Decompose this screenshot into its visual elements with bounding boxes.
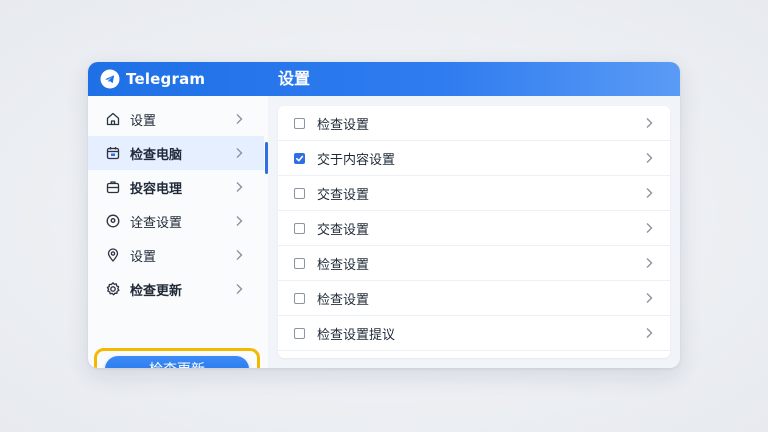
sidebar-item-label: 检查更新: [130, 283, 183, 299]
checkbox[interactable]: [294, 292, 305, 304]
sidebar-item-label: 检查电脑: [130, 147, 183, 163]
sidebar-item-label: 设置: [130, 113, 157, 129]
chevron-right-icon: [232, 249, 246, 261]
list-item[interactable]: 检查设置提议: [278, 316, 670, 351]
sidebar-item-settings-2[interactable]: 设置: [88, 238, 264, 272]
chevron-right-icon: [232, 113, 246, 125]
chevron-right-icon: [642, 257, 656, 269]
chevron-right-icon: [642, 187, 656, 199]
chevron-right-icon: [642, 327, 656, 339]
chevron-right-icon: [642, 222, 656, 234]
list-item[interactable]: 检查设置: [278, 246, 670, 281]
highlight-outline: 检查更新: [94, 348, 260, 368]
page-title: 设置: [278, 69, 311, 88]
chevron-right-icon: [232, 215, 246, 227]
settings-list: 检查设置 交于内容设置 交查设置 交查设置 检查设置 检查设置 检查设置提议: [278, 106, 670, 358]
sidebar-item-label: 设置: [130, 249, 157, 265]
calendar-icon: [104, 144, 122, 162]
checkmark-icon: [295, 155, 304, 161]
sidebar-item-check-computer[interactable]: 检查电脑: [88, 136, 264, 170]
list-item[interactable]: 检查设置: [278, 281, 670, 316]
checkbox[interactable]: [294, 222, 305, 234]
list-item-label: 检查设置: [317, 257, 370, 273]
telegram-logo-icon: [100, 69, 120, 89]
sidebar-item-check-updates[interactable]: 检查更新: [88, 272, 264, 306]
app-name: Telegram: [126, 70, 206, 88]
checkbox[interactable]: [294, 187, 305, 199]
list-item[interactable]: 交查设置: [278, 176, 670, 211]
sidebar-item-check-settings[interactable]: 诠查设置: [88, 204, 264, 238]
location-icon: [104, 246, 122, 264]
sidebar-item-label: 投容电理: [130, 181, 183, 197]
pin-icon: [104, 212, 122, 230]
active-indicator: [265, 142, 268, 174]
list-item-label: 交于内容设置: [317, 152, 396, 168]
checkbox-checked[interactable]: [294, 152, 305, 164]
checkbox[interactable]: [294, 117, 305, 129]
home-icon: [104, 110, 122, 128]
gear-icon: [104, 280, 122, 298]
titlebar: Telegram 设置: [88, 62, 680, 96]
chevron-right-icon: [642, 117, 656, 129]
chevron-right-icon: [642, 292, 656, 304]
settings-window: Telegram 设置 设置 检查电脑 投容电理 诠查设置 设置 检查更新 检查…: [88, 62, 680, 368]
chevron-right-icon: [232, 147, 246, 159]
chevron-right-icon: [232, 181, 246, 193]
list-item-label: 交查设置: [317, 222, 370, 238]
list-item[interactable]: 交查设置: [278, 211, 670, 246]
list-item[interactable]: 检查设置: [278, 106, 670, 141]
checkbox[interactable]: [294, 327, 305, 339]
list-item-label: 检查设置: [317, 292, 370, 308]
list-item-label: 检查设置: [317, 117, 370, 133]
list-item-label: 检查设置提议: [317, 327, 396, 343]
sidebar-item-device-management[interactable]: 投容电理: [88, 170, 264, 204]
briefcase-icon: [104, 178, 122, 196]
chevron-right-icon: [232, 283, 246, 295]
sidebar: 设置 检查电脑 投容电理 诠查设置 设置 检查更新: [88, 96, 268, 368]
app-brand: Telegram: [100, 62, 205, 96]
chevron-right-icon: [642, 152, 656, 164]
sidebar-item-settings[interactable]: 设置: [88, 102, 264, 136]
list-item[interactable]: 交于内容设置: [278, 141, 670, 176]
check-updates-button[interactable]: 检查更新: [105, 356, 249, 368]
sidebar-item-label: 诠查设置: [130, 215, 183, 231]
checkbox[interactable]: [294, 257, 305, 269]
list-item-label: 交查设置: [317, 187, 370, 203]
